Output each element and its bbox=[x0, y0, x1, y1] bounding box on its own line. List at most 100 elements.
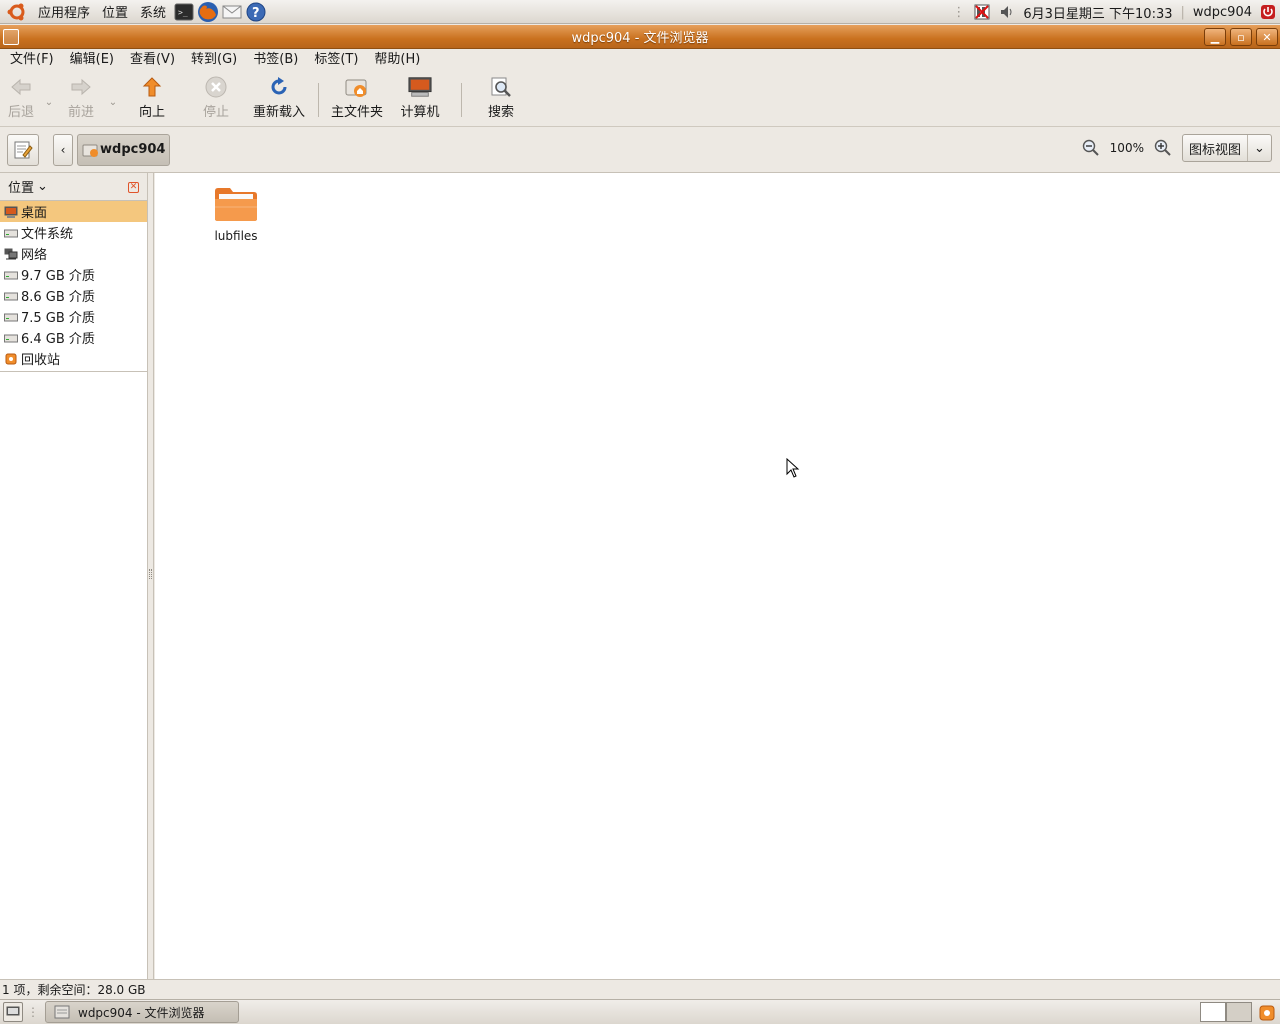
network-status-icon[interactable] bbox=[969, 0, 995, 24]
window-menu-icon[interactable] bbox=[3, 29, 19, 45]
file-icon-view[interactable]: lubfiles bbox=[155, 173, 1280, 979]
sidebar-splitter[interactable] bbox=[148, 173, 154, 979]
back-history-dropdown[interactable]: ⌄ bbox=[42, 75, 56, 123]
location-bar: ‹ wdpc904 100% 图标视图 ⌄ bbox=[0, 127, 1280, 173]
search-button[interactable]: 搜索 bbox=[470, 75, 532, 123]
menu-edit[interactable]: 编辑(E) bbox=[62, 49, 122, 71]
show-desktop-icon[interactable] bbox=[3, 1002, 23, 1022]
taskbar-button-file-browser[interactable]: wdpc904 - 文件浏览器 bbox=[45, 1001, 239, 1023]
reload-button[interactable]: 重新载入 bbox=[248, 75, 310, 123]
sidebar-item-media-3[interactable]: 7.5 GB 介质 bbox=[0, 306, 147, 327]
workspace-1[interactable] bbox=[1200, 1002, 1226, 1022]
view-mode-label: 图标视图 bbox=[1188, 142, 1241, 158]
firefox-icon[interactable] bbox=[197, 1, 219, 23]
menu-file[interactable]: 文件(F) bbox=[2, 49, 62, 71]
workspace-2[interactable] bbox=[1226, 1002, 1252, 1022]
chevron-down-icon[interactable]: ⌄ bbox=[37, 179, 48, 194]
close-button[interactable]: ✕ bbox=[1256, 28, 1278, 46]
close-sidebar-icon[interactable]: ✕ bbox=[128, 182, 139, 193]
home-folder-icon bbox=[345, 75, 369, 99]
trash-applet-icon[interactable] bbox=[1258, 1003, 1276, 1024]
status-text: 1 项，剩余空间：28.0 GB bbox=[2, 983, 146, 997]
zoom-level[interactable]: 100% bbox=[1102, 141, 1152, 155]
sidebar: 位置 ⌄ ✕ 桌面 文件系统 网络 9.7 GB 介质 8.6 GB 介质 7.… bbox=[0, 173, 148, 979]
toolbar: 后退 ⌄ 前进 ⌄ 向上 停止 重新载入 主文件夹 计算机 搜索 bbox=[0, 71, 1280, 127]
sidebar-header: 位置 ⌄ ✕ bbox=[0, 173, 147, 201]
toolbar-separator bbox=[318, 83, 319, 117]
stop-button[interactable]: 停止 bbox=[184, 75, 248, 123]
up-arrow-icon bbox=[140, 75, 164, 99]
svg-text:?: ? bbox=[252, 6, 260, 21]
tray-separator: | bbox=[1180, 4, 1185, 20]
zoom-in-icon[interactable] bbox=[1152, 137, 1174, 159]
up-button[interactable]: 向上 bbox=[120, 75, 184, 123]
drive-icon bbox=[3, 289, 18, 302]
back-button[interactable]: 后退 bbox=[0, 75, 42, 123]
back-arrow-icon bbox=[9, 75, 33, 99]
places-list: 桌面 文件系统 网络 9.7 GB 介质 8.6 GB 介质 7.5 GB 介质… bbox=[0, 201, 147, 372]
network-icon bbox=[3, 247, 18, 260]
drive-icon bbox=[3, 268, 18, 281]
menubar: 文件(F) 编辑(E) 查看(V) 转到(G) 书签(B) 标签(T) 帮助(H… bbox=[0, 49, 1280, 71]
home-button[interactable]: 主文件夹 bbox=[327, 75, 387, 123]
sidebar-item-media-2[interactable]: 8.6 GB 介质 bbox=[0, 285, 147, 306]
svg-text:>_: >_ bbox=[178, 8, 188, 17]
splitter-grip[interactable] bbox=[149, 569, 152, 579]
forward-button[interactable]: 前进 bbox=[56, 75, 106, 123]
sidebar-type-select[interactable]: 位置 bbox=[8, 177, 34, 196]
forward-arrow-icon bbox=[69, 75, 93, 99]
menu-go[interactable]: 转到(G) bbox=[183, 49, 245, 71]
sidebar-item-trash[interactable]: 回收站 bbox=[0, 348, 147, 369]
view-mode-select[interactable]: 图标视图 ⌄ bbox=[1181, 134, 1272, 162]
workspace-switcher[interactable] bbox=[1200, 1002, 1252, 1022]
file-browser-window: wdpc904 - 文件浏览器 ▁ ▫ ✕ 文件(F) 编辑(E) 查看(V) … bbox=[0, 25, 1280, 999]
sidebar-item-desktop[interactable]: 桌面 bbox=[0, 201, 147, 222]
file-browser-icon bbox=[54, 1005, 70, 1019]
ubuntu-logo-icon[interactable] bbox=[6, 1, 28, 23]
zoom-out-icon[interactable] bbox=[1080, 137, 1102, 159]
path-button-home[interactable]: wdpc904 bbox=[77, 133, 171, 166]
top-panel: 应用程序 位置 系统 >_ ? ⋮ 6月3日星期三 下午10:33 | wdpc… bbox=[0, 0, 1280, 24]
maximize-button[interactable]: ▫ bbox=[1230, 28, 1252, 46]
menu-applications[interactable]: 应用程序 bbox=[32, 0, 96, 24]
menu-tabs[interactable]: 标签(T) bbox=[306, 49, 366, 71]
sidebar-item-media-4[interactable]: 6.4 GB 介质 bbox=[0, 327, 147, 348]
reload-icon bbox=[267, 75, 291, 99]
menu-help[interactable]: 帮助(H) bbox=[366, 49, 428, 71]
window-title: wdpc904 - 文件浏览器 bbox=[571, 31, 709, 46]
sidebar-item-media-1[interactable]: 9.7 GB 介质 bbox=[0, 264, 147, 285]
drive-icon bbox=[3, 310, 18, 323]
sidebar-item-filesystem[interactable]: 文件系统 bbox=[0, 222, 147, 243]
search-icon bbox=[489, 75, 513, 99]
tray-grip: ⋮ bbox=[952, 4, 966, 20]
menu-view[interactable]: 查看(V) bbox=[122, 49, 183, 71]
minimize-button[interactable]: ▁ bbox=[1204, 28, 1226, 46]
panel-grip: ⋮ bbox=[27, 1005, 39, 1019]
power-icon[interactable] bbox=[1256, 0, 1280, 24]
computer-icon bbox=[408, 75, 432, 99]
help-icon[interactable]: ? bbox=[245, 1, 267, 23]
toggle-location-entry-button[interactable] bbox=[7, 133, 39, 166]
menu-bookmarks[interactable]: 书签(B) bbox=[245, 49, 306, 71]
home-folder-icon bbox=[82, 144, 98, 157]
stop-icon bbox=[204, 75, 228, 99]
toolbar-separator bbox=[461, 83, 462, 117]
desktop-icon bbox=[3, 205, 18, 218]
menu-places[interactable]: 位置 bbox=[96, 0, 134, 24]
forward-history-dropdown[interactable]: ⌄ bbox=[106, 75, 120, 123]
mail-icon[interactable] bbox=[221, 1, 243, 23]
drive-icon bbox=[3, 331, 18, 344]
mouse-pointer-icon bbox=[786, 458, 800, 478]
edit-location-icon bbox=[14, 141, 33, 158]
path-scroll-left-button[interactable]: ‹ bbox=[53, 133, 73, 166]
terminal-icon[interactable]: >_ bbox=[173, 1, 195, 23]
trash-icon bbox=[3, 352, 18, 365]
computer-button[interactable]: 计算机 bbox=[387, 75, 453, 123]
volume-icon[interactable] bbox=[995, 0, 1019, 24]
file-item-folder[interactable]: lubfiles bbox=[205, 185, 267, 243]
menu-system[interactable]: 系统 bbox=[134, 0, 172, 24]
sidebar-item-network[interactable]: 网络 bbox=[0, 243, 147, 264]
user-name[interactable]: wdpc904 bbox=[1189, 0, 1256, 24]
clock[interactable]: 6月3日星期三 下午10:33 bbox=[1019, 0, 1176, 24]
title-bar[interactable]: wdpc904 - 文件浏览器 ▁ ▫ ✕ bbox=[0, 25, 1280, 49]
